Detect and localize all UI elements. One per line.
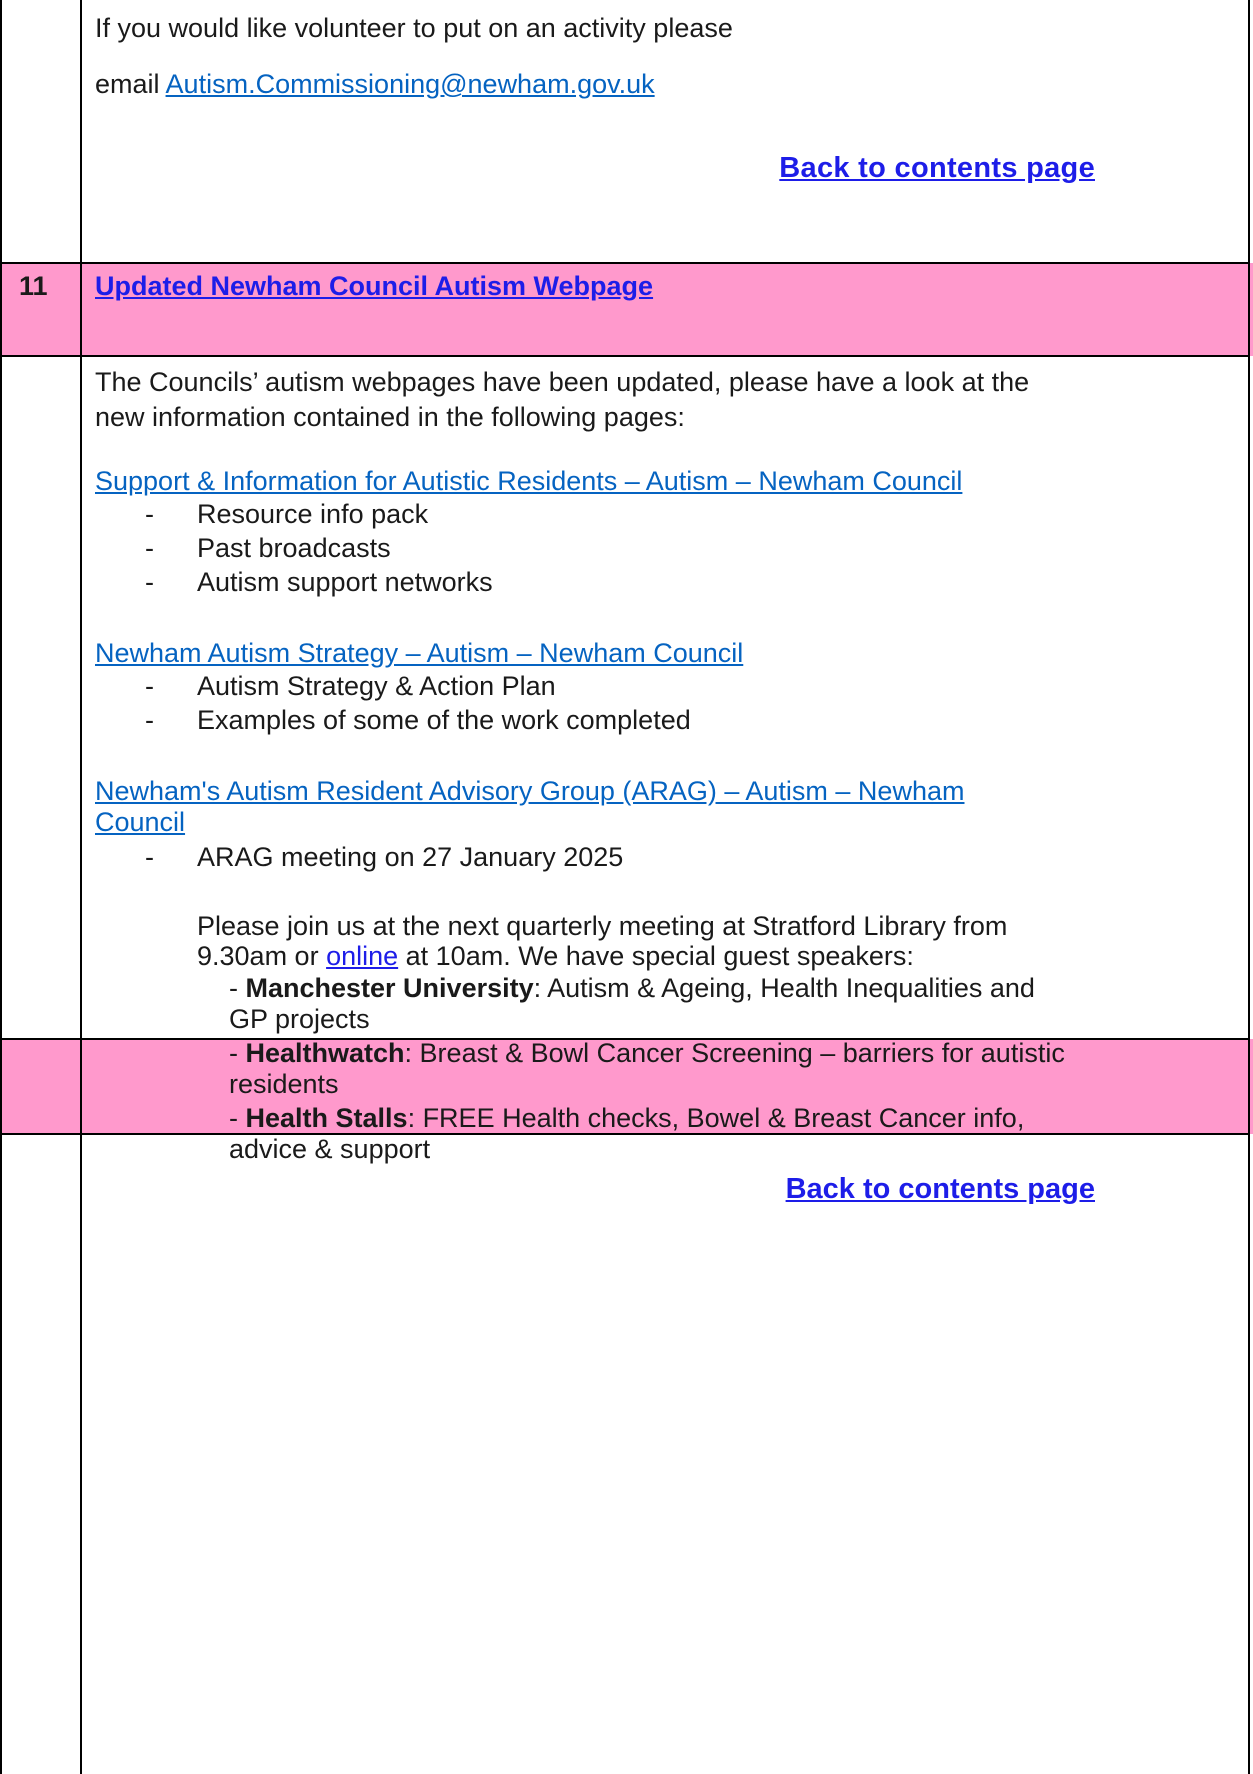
email-link[interactable]: Autism.Commissioning@newham.gov.uk xyxy=(166,69,655,99)
back-to-contents-link[interactable]: Back to contents page xyxy=(786,1173,1095,1206)
section-11-number: 11 xyxy=(19,271,48,301)
online-link[interactable]: online xyxy=(326,941,398,971)
speaker-manchester: - Manchester University: Autism & Ageing… xyxy=(229,973,1035,1003)
speaker-health-stalls-cont: advice & support xyxy=(229,1134,431,1164)
speaker-health-stalls: - Health Stalls: FREE Health checks, Bow… xyxy=(229,1103,1025,1133)
arag-link-wrap-2: Council xyxy=(95,807,185,838)
join-line2: 9.30am or online at 10am. We have specia… xyxy=(197,941,914,971)
autism-strategy-link[interactable]: Newham Autism Strategy – Autism – Newham… xyxy=(95,638,743,668)
section-11-intro-line2: new information contained in the followi… xyxy=(95,402,685,432)
arag-link-wrap: Newham's Autism Resident Advisory Group … xyxy=(95,776,964,807)
back-to-contents-link[interactable]: Back to contents page xyxy=(779,152,1095,185)
speaker-healthwatch-cont: residents xyxy=(229,1069,339,1099)
arag-link-line1[interactable]: Newham's Autism Resident Advisory Group … xyxy=(95,776,964,806)
speaker-healthwatch: - Healthwatch: Breast & Bowl Cancer Scre… xyxy=(229,1038,1065,1068)
document-page: If you would like volunteer to put on an… xyxy=(0,0,1253,1774)
table-column-divider xyxy=(80,0,82,1774)
section-11-intro-line1: The Councils’ autism webpages have been … xyxy=(95,367,1030,397)
arag-link-line2[interactable]: Council xyxy=(95,807,185,837)
section-11-title-link[interactable]: Updated Newham Council Autism Webpage xyxy=(95,271,653,301)
speaker-manchester-cont: GP projects xyxy=(229,1004,370,1034)
email-line: email Autism.Commissioning@newham.gov.uk xyxy=(95,69,655,100)
table-left-border xyxy=(0,0,2,1774)
volunteer-text: If you would like volunteer to put on an… xyxy=(95,13,733,43)
support-info-link[interactable]: Support & Information for Autistic Resid… xyxy=(95,466,962,496)
row-divider xyxy=(0,355,1250,357)
row-divider xyxy=(0,262,1250,264)
support-info-link-wrap: Support & Information for Autistic Resid… xyxy=(95,466,962,497)
autism-strategy-link-wrap: Newham Autism Strategy – Autism – Newham… xyxy=(95,638,743,669)
join-line1: Please join us at the next quarterly mee… xyxy=(197,911,1008,941)
table-right-border xyxy=(1248,0,1250,1774)
section-11-title-wrap: Updated Newham Council Autism Webpage xyxy=(95,271,653,302)
email-prefix: email xyxy=(95,69,166,99)
